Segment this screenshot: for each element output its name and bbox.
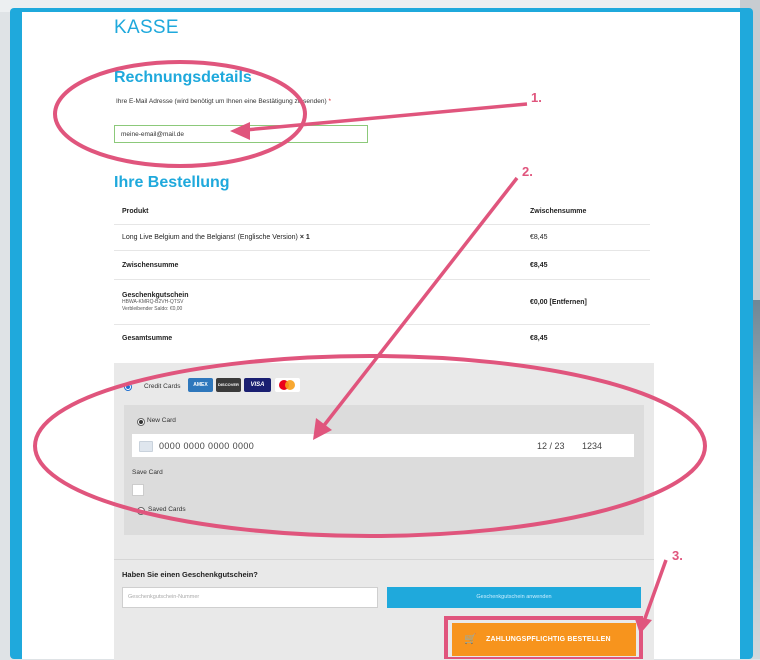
saved-cards-label: Saved Cards — [148, 506, 186, 513]
billing-heading: Rechnungsdetails — [114, 69, 252, 86]
table-row-gift: Geschenkgutschein HBWA-KMRQ-B2VH-QTSV Ve… — [114, 279, 650, 325]
table-row-product: Long Live Belgium and the Belgians! (Eng… — [114, 224, 650, 251]
gift-value: €0,00 — [530, 298, 548, 306]
email-field[interactable]: meine-email@mail.de — [114, 125, 368, 143]
product-name: Long Live Belgium and the Belgians! (Eng… — [122, 234, 298, 241]
gift-value-cell: €0,00 [Entfernen] — [522, 279, 650, 325]
gift-cell: Geschenkgutschein HBWA-KMRQ-B2VH-QTSV Ve… — [114, 279, 522, 325]
visa-logo: VISA — [244, 378, 271, 392]
order-table: Produkt Zwischensumme Long Live Belgium … — [114, 198, 650, 351]
credit-card-icon — [139, 441, 153, 452]
mastercard-orange-circle — [285, 380, 295, 390]
card-number-input[interactable]: 0000 0000 0000 0000 — [159, 441, 254, 451]
gift-code: HBWA-KMRQ-B2VH-QTSV — [122, 298, 184, 305]
gift-label: Geschenkgutschein — [122, 291, 189, 299]
card-cvc-input[interactable]: 1234 — [582, 441, 602, 451]
table-row-subtotal: Zwischensumme €8,45 — [114, 250, 650, 280]
table-row-total: Gesamtsumme €8,45 — [114, 324, 650, 351]
order-heading: Ihre Bestellung — [114, 174, 230, 191]
save-card-label: Save Card — [132, 469, 163, 476]
email-label-text: Ihre E-Mail Adresse (wird benötigt um Ih… — [116, 98, 327, 105]
place-order-label: ZAHLUNGSPFLICHTIG BESTELLEN — [486, 636, 611, 643]
table-header-row: Produkt Zwischensumme — [114, 198, 650, 225]
gift-card-question: Haben Sie einen Geschenkgutschein? — [122, 570, 258, 579]
place-order-button[interactable]: 🛒 ZAHLUNGSPFLICHTIG BESTELLEN — [452, 623, 636, 656]
email-label: Ihre E-Mail Adresse (wird benötigt um Ih… — [116, 97, 378, 107]
amex-logo: AMEX — [188, 378, 213, 392]
required-mark: * — [328, 98, 331, 105]
product-qty: × 1 — [299, 234, 310, 241]
step-label-2: 2. — [522, 164, 533, 179]
save-card-checkbox[interactable] — [132, 484, 144, 496]
mastercard-logo — [275, 378, 300, 392]
card-form-panel — [124, 405, 644, 535]
gift-card-input[interactable]: Geschenkgutschein-Nummer — [122, 587, 378, 608]
credit-card-label: Credit Cards — [144, 383, 181, 390]
subtotal-label: Zwischensumme — [114, 250, 522, 280]
gift-balance: Verbleibender Saldo: €0,00 — [122, 305, 183, 312]
saved-cards-radio[interactable] — [137, 507, 145, 515]
total-label: Gesamtsumme — [114, 324, 522, 351]
col-product-header: Produkt — [122, 207, 149, 215]
subtotal-value: €8,45 — [522, 250, 650, 280]
cart-icon: 🛒 — [464, 634, 477, 645]
credit-card-radio[interactable] — [124, 383, 132, 391]
step-label-1: 1. — [531, 90, 542, 105]
product-cell: Long Live Belgium and the Belgians! (Eng… — [114, 224, 522, 251]
step-label-3: 3. — [672, 548, 683, 563]
col-subtotal-header: Zwischensumme — [530, 207, 587, 215]
total-value: €8,45 — [522, 324, 650, 351]
apply-gift-card-button[interactable]: Geschenkgutschein anwenden — [387, 587, 641, 608]
discover-logo: DISCOVER — [216, 378, 241, 392]
gift-remove-link[interactable]: [Entfernen] — [549, 299, 586, 306]
product-price: €8,45 — [522, 224, 650, 251]
new-card-label: New Card — [147, 417, 176, 424]
page-title: KASSE — [114, 17, 179, 38]
new-card-radio[interactable] — [137, 418, 145, 426]
card-expiry-input[interactable]: 12 / 23 — [537, 441, 565, 451]
